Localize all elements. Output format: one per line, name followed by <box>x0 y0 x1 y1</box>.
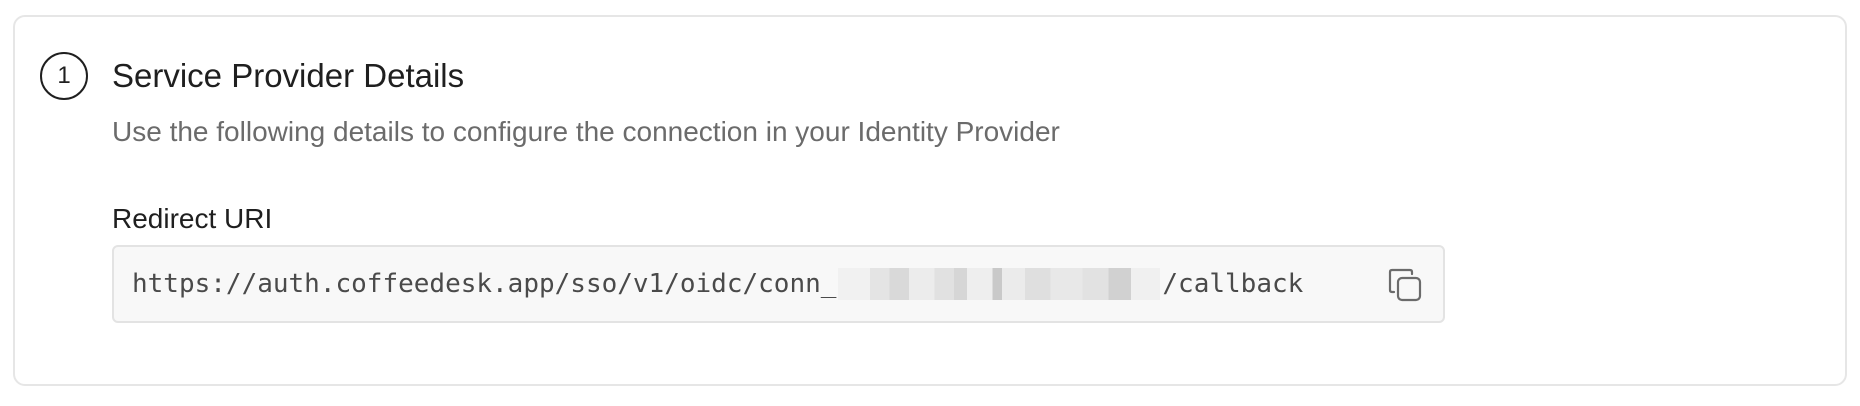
redirect-uri-suffix: /callback <box>1162 269 1304 299</box>
section-title: Service Provider Details <box>112 57 465 94</box>
redacted-connection-id <box>838 268 1161 300</box>
step-number-badge: 1 <box>40 52 88 100</box>
redirect-uri-label: Redirect URI <box>112 203 273 234</box>
section-description: Use the following details to configure t… <box>112 116 1060 147</box>
step-number: 1 <box>57 62 71 89</box>
copy-button[interactable] <box>1385 265 1425 305</box>
redirect-uri-value: https://auth.coffeedesk.app/sso/v1/oidc/… <box>132 247 1303 321</box>
redirect-uri-prefix: https://auth.coffeedesk.app/sso/v1/oidc/… <box>132 269 837 299</box>
redirect-uri-field[interactable]: https://auth.coffeedesk.app/sso/v1/oidc/… <box>112 245 1445 323</box>
copy-icon <box>1388 268 1422 302</box>
